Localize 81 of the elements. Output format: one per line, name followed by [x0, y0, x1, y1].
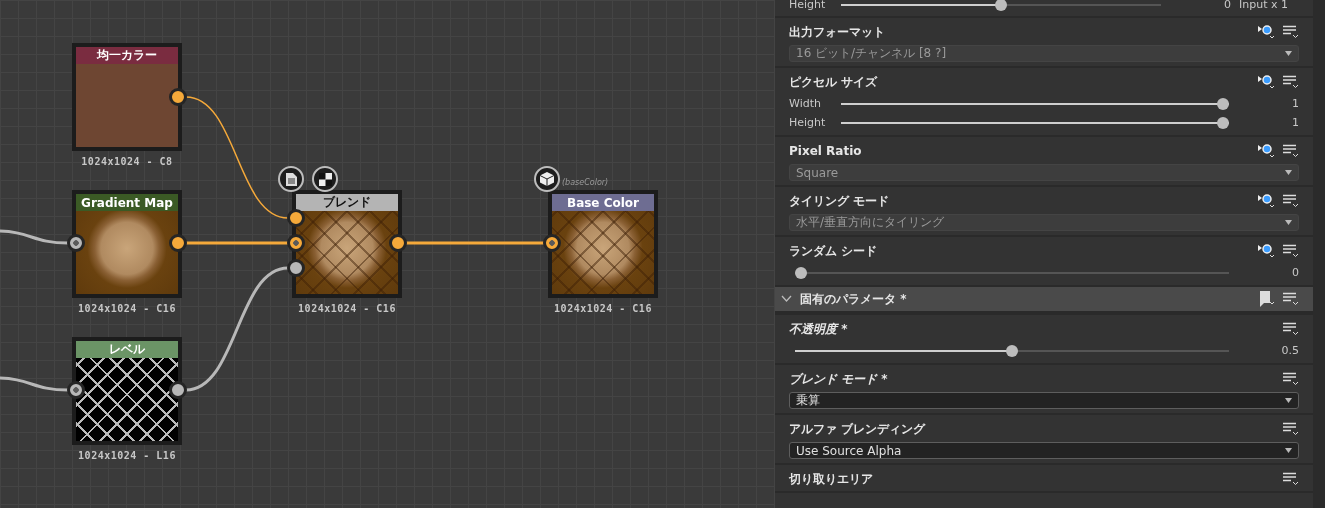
connection-wire: [0, 376, 69, 392]
slider-value: 0: [1291, 266, 1299, 279]
parameter-title: ランダム シード: [789, 242, 879, 260]
chevron-icon[interactable]: [781, 295, 792, 303]
node-card[interactable]: 均一カラー: [72, 43, 182, 151]
node-title: Base Color: [552, 194, 654, 211]
menu-icon[interactable]: [1283, 472, 1299, 486]
dropdown[interactable]: Use Source Alpha: [789, 442, 1299, 459]
parameter-title: 出力フォーマット: [789, 23, 886, 41]
node-title: 均一カラー: [76, 47, 178, 64]
slider-value: 1: [1291, 116, 1299, 129]
slider-thumb[interactable]: [1217, 97, 1229, 110]
slider-thumb[interactable]: [995, 0, 1007, 11]
menu-icon[interactable]: [1283, 422, 1299, 436]
parameter-title: アルファ ブレンディング: [789, 420, 927, 438]
node-title: レベル: [76, 341, 178, 358]
cube-icon: [540, 172, 554, 186]
slider-value: 0: [1223, 0, 1231, 11]
caret-icon: [1285, 220, 1292, 225]
slider-label: Height: [789, 0, 827, 11]
node-title: ブレンド: [296, 194, 398, 211]
input-port[interactable]: [287, 234, 305, 252]
parameter-title: Pixel Ratio: [789, 144, 863, 158]
menu-icon[interactable]: [1283, 144, 1299, 158]
connection-wire: [0, 229, 69, 245]
menu-icon[interactable]: [1283, 292, 1299, 306]
parameter-title: 切り取りエリア: [789, 470, 874, 488]
node-badge[interactable]: [534, 166, 560, 192]
input-port[interactable]: [287, 209, 305, 227]
slider-label: Height: [789, 116, 827, 129]
node-badge[interactable]: [312, 166, 338, 192]
dropdown[interactable]: 乗算: [789, 392, 1299, 409]
caret-icon: [1285, 170, 1292, 175]
input-port[interactable]: [543, 234, 561, 252]
group-title: 固有のパラメータ *: [800, 290, 908, 308]
menu-icon[interactable]: [1283, 75, 1299, 89]
parameter-title: 不透明度 *: [789, 320, 849, 338]
slider-thumb[interactable]: [1217, 116, 1229, 129]
caret-icon: [1285, 448, 1292, 453]
expose-icon[interactable]: [1258, 243, 1275, 259]
input-port[interactable]: [67, 381, 85, 399]
output-port[interactable]: [169, 234, 187, 252]
parameter-title: タイリング モード: [789, 192, 891, 210]
input-multiplier: Input x 1: [1239, 0, 1288, 11]
node-caption: (baseColor): [562, 178, 609, 187]
node-card[interactable]: Base Color: [548, 190, 658, 298]
node-graph-canvas[interactable]: 均一カラー 1024x1024 - C8 Gradient Map 1024x1024 - C16 ブレンド 1024x1024 - C16 (baseColor) Base Color 1024x1024 - C16 レベル 1024x1024 - L16: [0, 0, 775, 508]
node-resolution: 1024x1024 - C16: [553, 303, 653, 314]
output-port[interactable]: [389, 234, 407, 252]
caret-icon: [1285, 398, 1292, 403]
menu-icon[interactable]: [1283, 194, 1299, 208]
input-port[interactable]: [287, 259, 305, 277]
output-port[interactable]: [169, 88, 187, 106]
node-card[interactable]: Gradient Map: [72, 190, 182, 298]
parameter-title: ブレンド モード *: [789, 370, 889, 388]
node-card[interactable]: ブレンド: [292, 190, 402, 298]
caret-icon: [1285, 51, 1292, 56]
node-title: Gradient Map: [76, 194, 178, 211]
checker-icon: [318, 172, 332, 186]
document-icon: [285, 172, 297, 186]
slider-thumb[interactable]: [795, 266, 807, 279]
scrollbar[interactable]: [1313, 0, 1325, 508]
node-resolution: 1024x1024 - C16: [77, 303, 177, 314]
slider-label: Width: [789, 97, 822, 110]
slider-thumb[interactable]: [1006, 344, 1018, 357]
node-resolution: 1024x1024 - L16: [77, 450, 177, 461]
output-port[interactable]: [169, 381, 187, 399]
menu-icon[interactable]: [1283, 372, 1299, 386]
parameter-title: ピクセル サイズ: [789, 73, 879, 91]
group-header[interactable]: 固有のパラメータ *: [775, 287, 1313, 315]
node-badge[interactable]: [278, 166, 304, 192]
node-resolution: 1024x1024 - C16: [297, 303, 397, 314]
expose-icon[interactable]: [1258, 74, 1275, 90]
menu-icon[interactable]: [1283, 25, 1299, 39]
node-resolution: 1024x1024 - C8: [80, 156, 174, 167]
slider-value: 1: [1291, 97, 1299, 110]
menu-icon[interactable]: [1283, 244, 1299, 258]
menu-icon[interactable]: [1283, 322, 1299, 336]
slider-value: 0.5: [1280, 344, 1299, 357]
input-port[interactable]: [67, 234, 85, 252]
page-icon[interactable]: [1260, 291, 1275, 307]
